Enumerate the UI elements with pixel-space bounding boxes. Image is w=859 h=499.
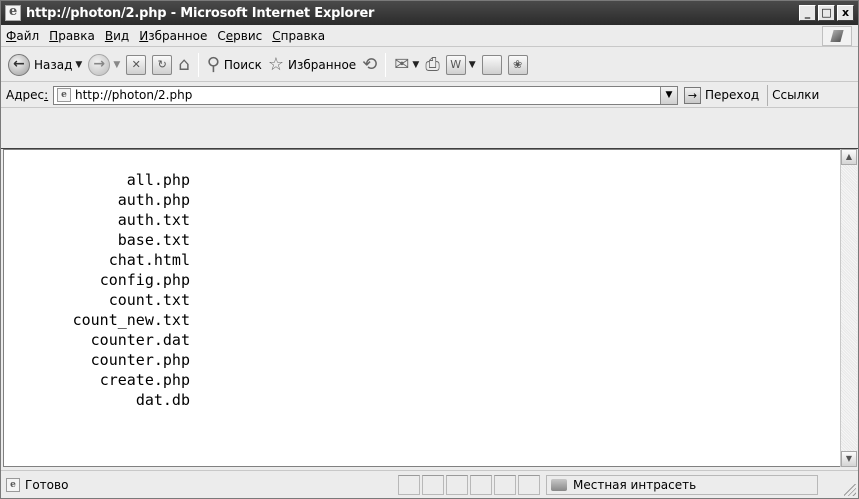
file-item: chat.html [108, 251, 190, 269]
go-arrow-icon: → [684, 86, 701, 104]
printer-icon: ⎙ [425, 53, 440, 75]
back-label: Назад [34, 57, 73, 72]
file-item: all.php [126, 171, 190, 189]
search-label: Поиск [223, 57, 262, 72]
favorites-button[interactable]: ☆ Избранное [265, 51, 359, 79]
mail-button[interactable]: ✉ ▼ [391, 51, 422, 79]
intranet-icon [551, 478, 567, 491]
back-dropdown-icon[interactable]: ▼ [75, 60, 82, 70]
file-item: counter.php [90, 351, 190, 369]
menu-tools[interactable]: Сервис [212, 29, 267, 43]
file-item: config.php [99, 271, 190, 289]
history-icon: ⟲ [362, 53, 378, 75]
discuss-icon [481, 54, 502, 75]
discuss-button[interactable] [479, 51, 505, 79]
file-item: base.txt [117, 231, 190, 249]
address-dropdown-icon[interactable]: ▼ [660, 86, 677, 104]
window-controls: _ □ x [799, 5, 854, 21]
browser-window: http://photon/2.php - Microsoft Internet… [0, 0, 859, 499]
file-item: auth.php [117, 191, 190, 209]
menu-favorites[interactable]: Избранное [134, 29, 212, 43]
messenger-icon: ❀ [507, 54, 528, 75]
refresh-icon: ↻ [152, 54, 173, 75]
forward-arrow-icon [88, 53, 111, 76]
toolbar-separator [385, 52, 387, 77]
address-bar: Адрес: e ▼ → Переход Ссылки [1, 83, 858, 108]
status-pane [470, 474, 492, 495]
menu-view[interactable]: Вид [100, 29, 134, 43]
vertical-scrollbar[interactable]: ▲ ▼ [840, 149, 857, 467]
menu-help[interactable]: Справка [267, 29, 330, 43]
links-button[interactable]: Ссылки [767, 84, 819, 106]
forward-dropdown-icon[interactable]: ▼ [113, 60, 120, 70]
history-button[interactable]: ⟲ [359, 51, 380, 79]
word-icon: W [445, 54, 466, 75]
mail-dropdown-icon[interactable]: ▼ [412, 60, 419, 70]
windows-logo-icon [822, 26, 852, 46]
search-icon: ⚲ [206, 53, 220, 75]
forward-button[interactable]: ▼ [85, 51, 123, 79]
title-bar: http://photon/2.php - Microsoft Internet… [1, 1, 858, 25]
maximize-button[interactable]: □ [818, 5, 835, 21]
edit-dropdown-icon[interactable]: ▼ [469, 60, 476, 70]
status-pane [446, 474, 468, 495]
file-item: auth.txt [117, 211, 190, 229]
window-title: http://photon/2.php - Microsoft Internet… [26, 5, 375, 21]
menu-edit[interactable]: Правка [44, 29, 100, 43]
scroll-down-icon[interactable]: ▼ [841, 451, 857, 467]
messenger-button[interactable]: ❀ [505, 51, 531, 79]
minimize-button[interactable]: _ [799, 5, 816, 21]
refresh-button[interactable]: ↻ [149, 51, 175, 79]
file-item: count_new.txt [72, 311, 190, 329]
page-content: all.php auth.php auth.txt base.txt chat.… [3, 149, 840, 467]
standard-toolbar: Назад ▼ ▼ ✕ ↻ ⌂ ⚲ Поиск ☆ Избранное ⟲ [1, 48, 858, 82]
close-button[interactable]: x [837, 5, 854, 21]
search-button[interactable]: ⚲ Поиск [204, 51, 265, 79]
home-icon: ⌂ [178, 53, 190, 75]
file-item: create.php [99, 371, 190, 389]
resize-grip-icon[interactable] [844, 484, 856, 496]
address-field[interactable]: e ▼ [53, 85, 678, 105]
back-button[interactable]: Назад ▼ [5, 51, 85, 79]
status-bar: e Готово Местная интрасеть [1, 470, 858, 498]
status-pane [518, 474, 540, 495]
back-arrow-icon [8, 53, 30, 76]
address-label: Адрес: [6, 88, 49, 102]
go-label: Переход [705, 88, 760, 102]
ie-logo-icon [5, 4, 21, 21]
menu-bar: Файл Правка Вид Избранное Сервис Справка [1, 25, 858, 47]
scroll-up-icon[interactable]: ▲ [841, 149, 857, 165]
mail-icon: ✉ [394, 53, 410, 75]
file-item: count.txt [108, 291, 190, 309]
print-button[interactable]: ⎙ [422, 51, 442, 79]
page-icon: e [57, 88, 71, 102]
file-list: all.php auth.php auth.txt base.txt chat.… [14, 170, 190, 410]
home-button[interactable]: ⌂ [175, 51, 192, 79]
star-icon: ☆ [267, 53, 285, 75]
go-button[interactable]: → Переход [684, 86, 760, 104]
menu-file[interactable]: Файл [1, 29, 44, 43]
toolbar-separator [197, 52, 199, 77]
security-zone[interactable]: Местная интрасеть [546, 474, 818, 495]
stop-button[interactable]: ✕ [123, 51, 149, 79]
favorites-label: Избранное [288, 57, 357, 72]
file-item: counter.dat [90, 331, 190, 349]
zone-label: Местная интрасеть [573, 477, 697, 492]
status-pane [422, 474, 444, 495]
status-pane [494, 474, 516, 495]
page-done-icon: e [6, 477, 20, 492]
stop-icon: ✕ [126, 54, 147, 75]
status-pane [398, 474, 420, 495]
status-text: Готово [25, 477, 69, 492]
edit-button[interactable]: W ▼ [443, 51, 479, 79]
file-item: dat.db [135, 391, 190, 409]
address-input[interactable] [75, 88, 655, 102]
